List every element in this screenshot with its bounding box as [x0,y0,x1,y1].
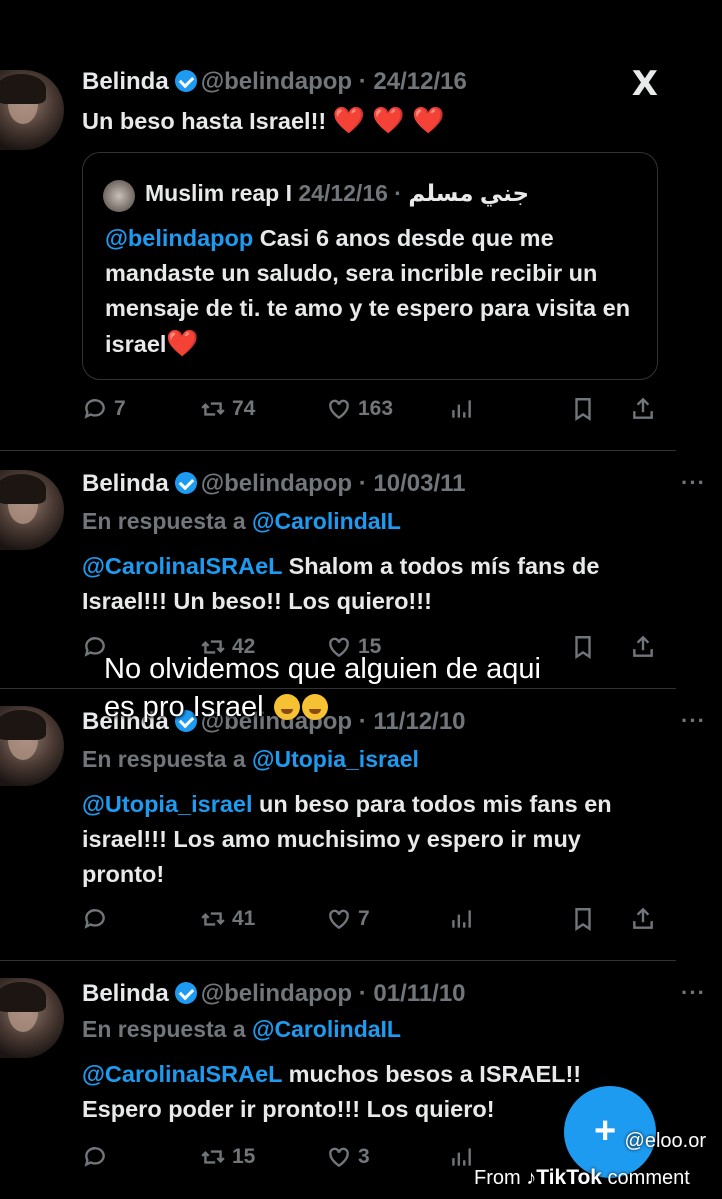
mention-link[interactable]: @CarolindaIL [252,508,401,534]
hand-over-mouth-emoji [301,694,328,720]
reply-context: En respuesta a @CarolindaIL [82,1016,401,1042]
retweet-button[interactable]: 15 [200,1144,255,1170]
mention-link[interactable]: @Utopia_israel [82,791,253,817]
tweet-date[interactable]: 01/11/10 [373,980,465,1007]
plus-icon: + [594,1110,617,1152]
mention-link[interactable]: @CarolindaIL [252,1016,401,1042]
reply-context: En respuesta a @Utopia_israel [82,746,419,772]
tweet-header: Belinda @belindapop · 01/11/10 [82,980,466,1007]
verified-badge-icon [174,472,197,494]
avatar[interactable] [0,978,64,1058]
tweet-header: Belinda @belindapop · 24/12/16 [82,68,467,95]
retweet-button[interactable]: 74 [200,396,255,422]
author-name[interactable]: Belinda [82,980,169,1007]
watermark-username: @eloo.or [624,1130,706,1152]
like-button[interactable]: 3 [326,1144,370,1170]
author-name[interactable]: Belinda [82,470,169,497]
share-button[interactable] [630,396,656,422]
mention-link[interactable]: @belindapop [105,225,253,251]
mention-link[interactable]: @Utopia_israel [252,746,419,772]
author-name[interactable]: Belinda [82,68,169,95]
divider [0,450,676,451]
red-heart-emoji: ❤️ [166,328,199,358]
avatar[interactable] [0,706,64,786]
reply-icon [84,1147,105,1167]
x-logo-icon: X [631,64,658,104]
verified-badge-icon [174,982,197,1004]
mention-link[interactable]: @CarolinaISRAeL [82,553,282,579]
red-heart-emoji: ❤️ ❤️ ❤️ [332,105,445,135]
views-button[interactable] [448,396,474,422]
quoted-tweet-text: @belindapop Casi 6 anos desde que me man… [105,225,631,358]
bookmark-icon [575,636,591,659]
tiktok-brand: TikTok [536,1166,602,1189]
tweet-text: Un beso hasta Israel!! ❤️ ❤️ ❤️ [82,105,445,135]
tweet-date[interactable]: 24/12/16 [373,68,466,95]
views-button[interactable] [448,1144,474,1170]
views-icon [452,910,471,928]
reply-context: En respuesta a @CarolindaIL [82,508,401,534]
views-icon [452,400,471,418]
retweet-icon [201,912,225,926]
avatar[interactable] [0,470,64,550]
author-handle[interactable]: @belindapop [201,470,352,497]
tweet-header: Belinda @belindapop · 10/03/11 [82,470,466,497]
reply-icon [84,399,105,419]
bookmark-button[interactable] [570,906,596,932]
reply-button[interactable]: 7 [82,396,126,422]
mention-link[interactable]: @CarolinaISRAeL [82,1061,282,1087]
avatar[interactable] [0,70,64,150]
heart-icon [329,399,349,420]
like-button[interactable]: 7 [326,906,370,932]
tweet-actions: 7 74 163 [82,396,662,426]
avatar [103,180,135,212]
author-handle[interactable]: @belindapop [201,980,352,1007]
tweet-text: @CarolinaISRAeL Shalom a todos mís fans … [82,553,600,614]
video-caption-overlay: No olvidemos que alguien de aqui es pro … [104,653,541,723]
retweet-icon [201,1150,225,1164]
more-options-icon[interactable]: ··· [681,980,706,1006]
share-icon [633,635,653,657]
shushing-face-emoji [273,694,300,720]
heart-icon [329,1147,349,1168]
author-handle[interactable]: @belindapop [201,68,352,95]
bookmark-button[interactable] [570,634,596,660]
more-options-icon[interactable]: ··· [681,470,706,496]
quoted-tweet-header: Muslim reap I جني مسلم · 24/12/16 [145,180,530,206]
tiktok-note-icon: ♪ [526,1167,537,1189]
reply-icon [84,909,105,929]
views-button[interactable] [448,906,474,932]
tiktok-watermark: From ♪TikTok comment [474,1166,690,1189]
share-icon [633,907,653,929]
share-icon [633,397,653,419]
reply-button[interactable] [82,1144,108,1170]
divider [0,960,676,961]
bookmark-icon [575,398,591,421]
bookmark-icon [575,908,591,931]
share-button[interactable] [630,906,656,932]
retweet-button[interactable]: 41 [200,906,255,932]
bookmark-button[interactable] [570,396,596,422]
quoted-tweet[interactable]: Muslim reap I جني مسلم · 24/12/16 @belin… [82,152,658,380]
heart-icon [329,909,349,930]
verified-badge-icon [174,70,197,92]
tweet-date: 24/12/16 [298,180,388,206]
like-button[interactable]: 163 [326,396,393,422]
reply-button[interactable] [82,906,108,932]
views-icon [452,1148,471,1166]
tweet-text: @Utopia_israel un beso para todos mis fa… [82,791,612,887]
more-options-icon[interactable]: ··· [681,708,706,734]
retweet-icon [201,402,225,416]
tweet-date[interactable]: 10/03/11 [373,470,465,497]
tweet-actions: 41 7 [82,906,662,936]
share-button[interactable] [630,634,656,660]
